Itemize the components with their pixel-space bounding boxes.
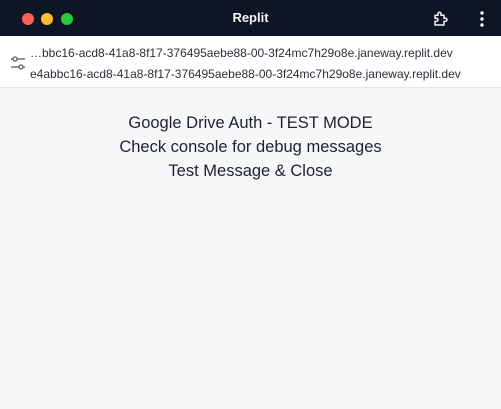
url-text-secondary[interactable]: e4abbc16-acd8-41a8-8f17-376495aebe88-00-… xyxy=(30,66,492,82)
debug-hint-text: Check console for debug messages xyxy=(119,138,382,156)
auth-mode-heading: Google Drive Auth - TEST MODE xyxy=(128,114,373,132)
page-content: Google Drive Auth - TEST MODE Check cons… xyxy=(0,89,501,409)
extension-icon[interactable] xyxy=(432,10,450,28)
url-text-primary[interactable]: …bbc16-acd8-41a8-8f17-376495aebe88-00-3f… xyxy=(30,45,492,61)
sliders-icon[interactable] xyxy=(10,55,26,71)
more-vertical-icon[interactable] xyxy=(474,10,490,28)
title-bar: Replit xyxy=(0,0,501,36)
window-title: Replit xyxy=(232,10,269,25)
test-message-text: Test Message & Close xyxy=(168,162,333,180)
url-bar[interactable]: …bbc16-acd8-41a8-8f17-376495aebe88-00-3f… xyxy=(0,36,501,88)
browser-window: Replit …bbc16-acd8-41a8-8f17-376495aebe8… xyxy=(0,0,501,409)
